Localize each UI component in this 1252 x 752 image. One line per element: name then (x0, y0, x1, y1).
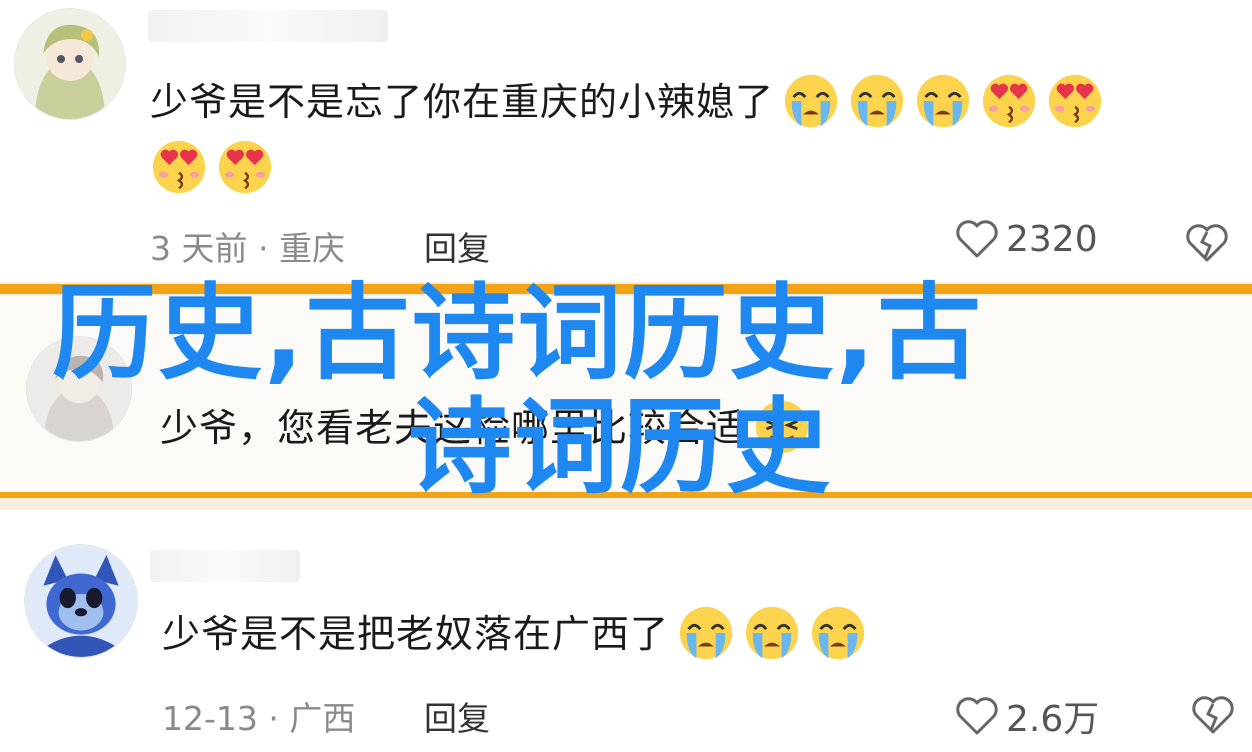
heart-outline-icon (954, 695, 1000, 737)
dislike-button[interactable] (1184, 222, 1230, 264)
reply-button[interactable]: 回复 (424, 692, 490, 740)
heart-eyes-face-icon (1046, 72, 1104, 130)
broken-heart-icon (1184, 222, 1230, 264)
username-blurred[interactable] (148, 10, 388, 42)
user-avatar[interactable] (14, 8, 126, 120)
broken-heart-icon (1190, 694, 1236, 736)
comment-meta: 12-13 · 广西 (162, 699, 356, 738)
reply-button[interactable]: 回复 (424, 222, 490, 270)
crying-face-icon (677, 604, 735, 662)
heart-eyes-face-icon (980, 72, 1038, 130)
crying-face-icon (809, 604, 867, 662)
like-button[interactable]: 2320 (954, 218, 1098, 260)
user-avatar[interactable] (24, 544, 138, 658)
heart-outline-icon (954, 218, 1000, 260)
comment-3: 少爷是不是把老奴落在广西了 12-13 · 广西 回复 2.6万 (0, 510, 1252, 752)
comment-text: 少爷是不是忘了你在重庆的小辣媳了 (150, 70, 1104, 134)
overlay-title-line1: 历史,古诗词历史,古 (52, 272, 984, 394)
crying-face-icon (782, 72, 840, 130)
comment-emoji-row (142, 136, 274, 200)
like-button[interactable]: 2.6万 (954, 690, 1099, 742)
username-blurred[interactable] (150, 550, 300, 582)
heart-eyes-face-icon (150, 138, 208, 196)
comment-meta: 3 天前 · 重庆 (150, 229, 345, 268)
overlay-title-line2: 诗词历史 (408, 386, 833, 508)
crying-face-icon (914, 72, 972, 130)
crying-face-icon (743, 604, 801, 662)
heart-eyes-face-icon (216, 138, 274, 196)
comment-1: 少爷是不是忘了你在重庆的小辣媳了 3 天前 · 重庆 回复 2320 (0, 0, 1252, 282)
like-count: 2.6万 (1006, 699, 1100, 740)
comment-text: 少爷是不是把老奴落在广西了 (162, 602, 867, 666)
crying-face-icon (848, 72, 906, 130)
like-count: 2320 (1006, 218, 1098, 260)
dislike-button[interactable] (1190, 694, 1236, 736)
